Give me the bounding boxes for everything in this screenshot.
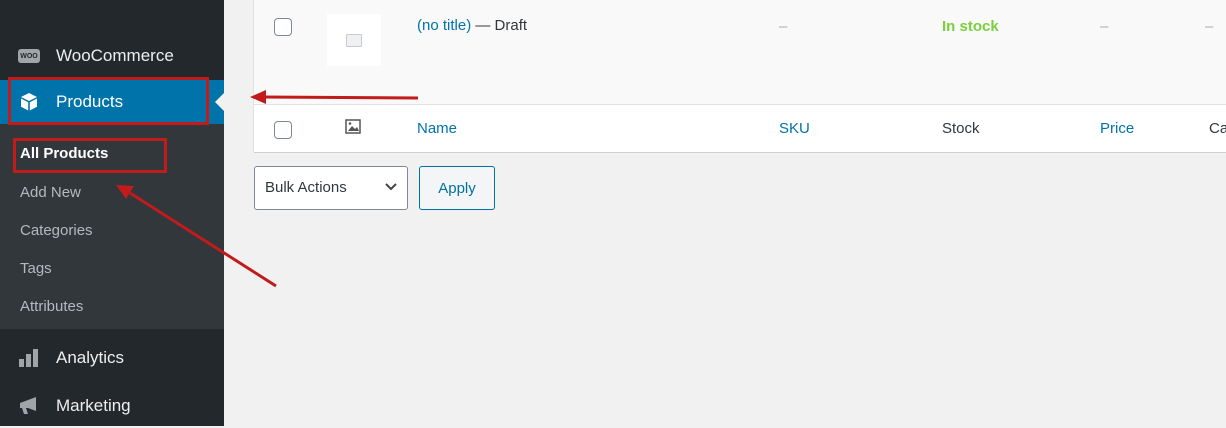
annotation-arrows (116, 90, 419, 288)
annotation-arrow-all-products (116, 185, 277, 288)
annotation-arrow-products (250, 90, 419, 104)
